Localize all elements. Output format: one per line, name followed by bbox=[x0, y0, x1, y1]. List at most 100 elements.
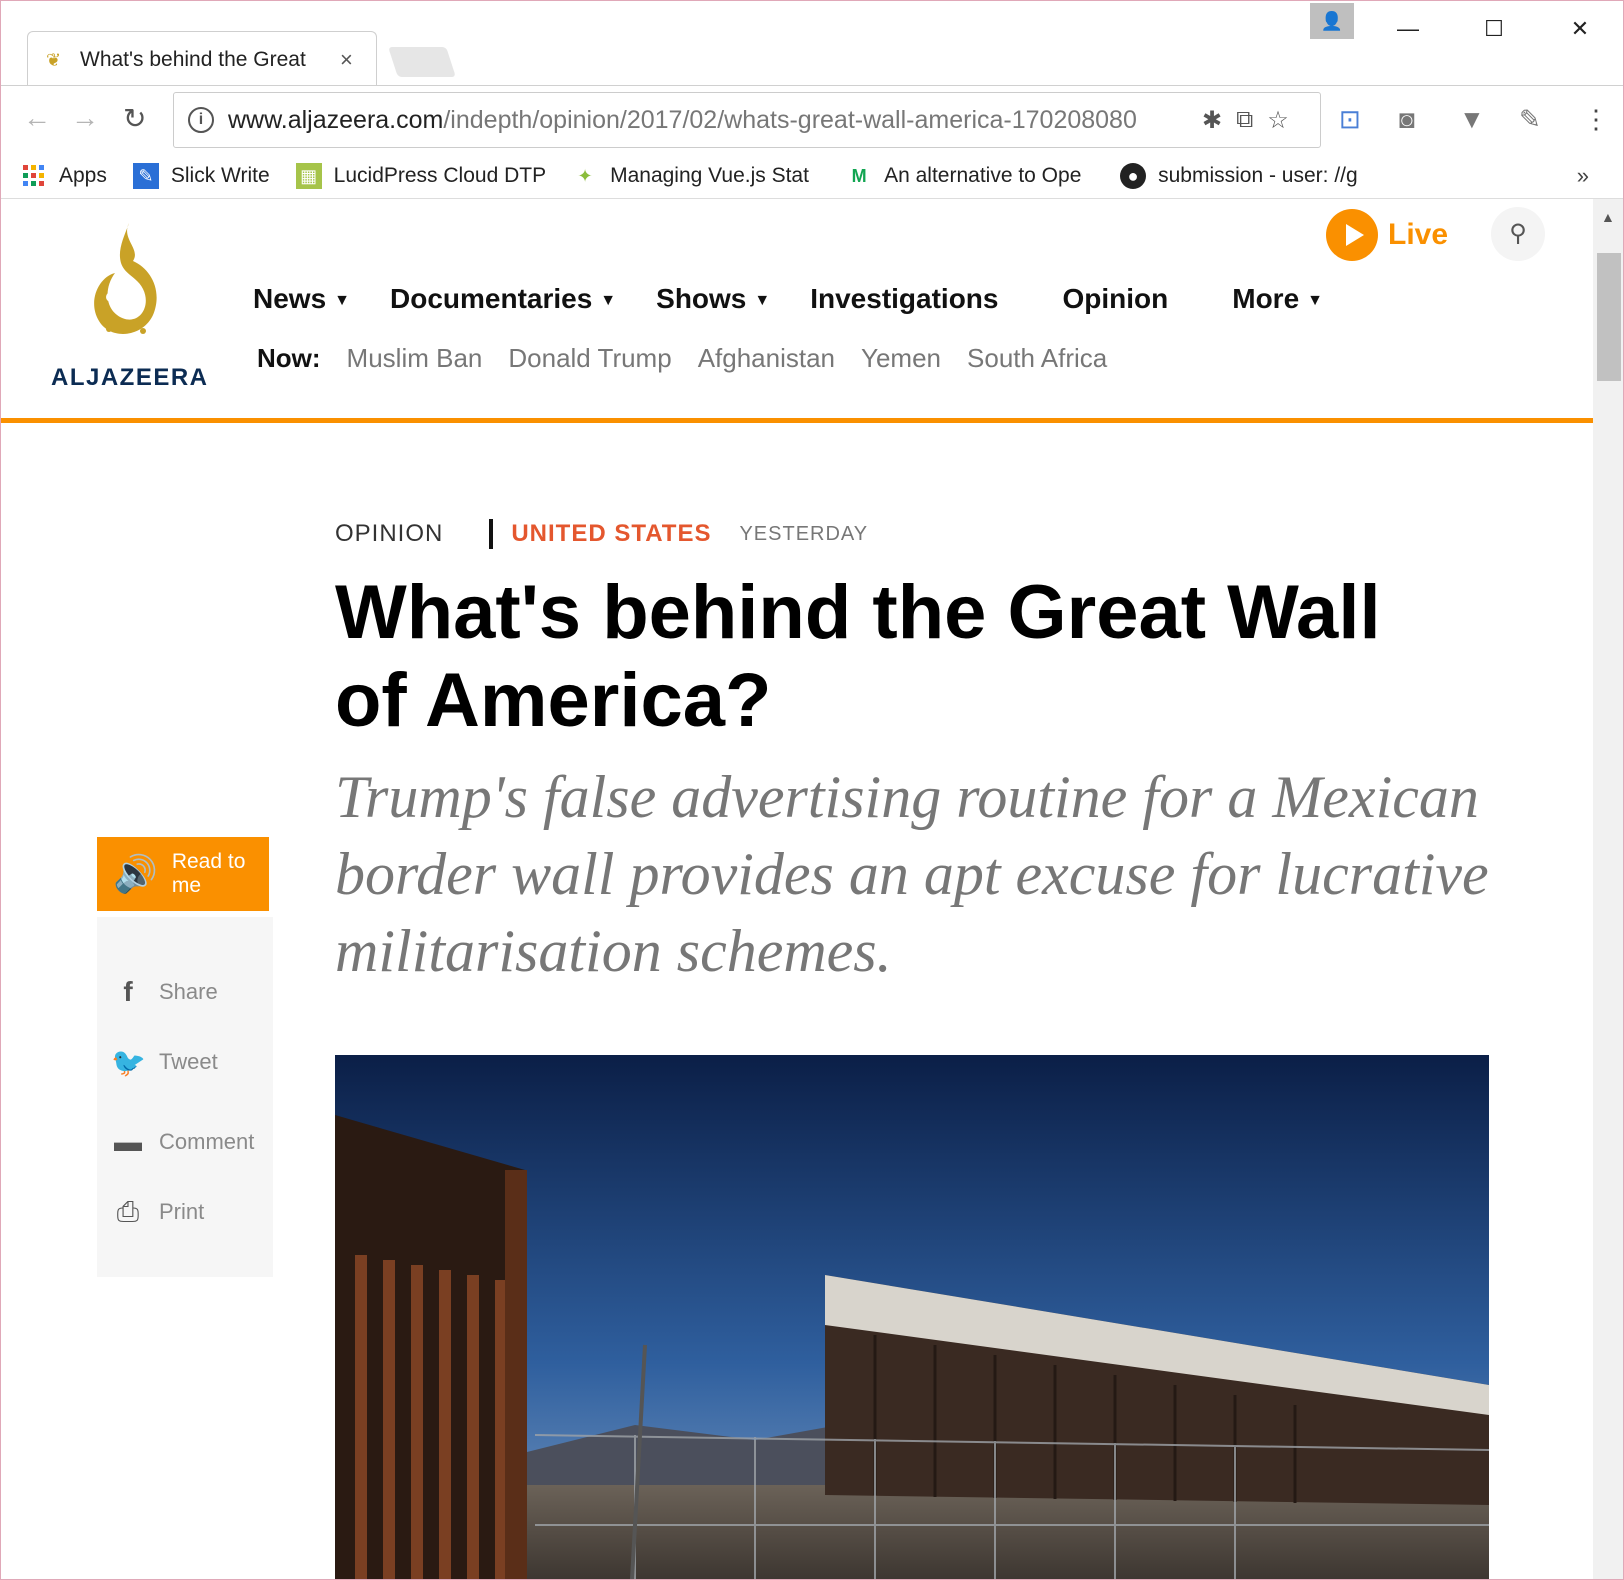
scrollbar-thumb[interactable] bbox=[1597, 253, 1621, 381]
comment-icon: ▬ bbox=[114, 1126, 142, 1157]
bookmark-github[interactable]: ● submission - user: //g bbox=[1120, 162, 1372, 189]
article-section[interactable]: OPINION bbox=[335, 520, 443, 548]
share-twitter-button[interactable]: 🐦 Tweet bbox=[97, 1027, 273, 1097]
vue-icon: ✦ bbox=[577, 165, 593, 186]
live-button[interactable]: Live bbox=[1326, 209, 1448, 261]
close-window-icon[interactable]: ✕ bbox=[1555, 9, 1605, 49]
caret-down-icon: ▼ bbox=[754, 291, 771, 309]
address-bar[interactable]: i www.aljazeera.com/indepth/opinion/2017… bbox=[173, 92, 1321, 148]
medium-icon: M bbox=[851, 165, 867, 186]
caret-down-icon: ▼ bbox=[334, 291, 350, 309]
github-icon: ● bbox=[1120, 162, 1147, 189]
nav-opinion[interactable]: Opinion bbox=[1062, 283, 1168, 315]
bookmark-label: submission - user: //g bbox=[1158, 163, 1358, 187]
bookmark-slick-write[interactable]: ✎ Slick Write bbox=[132, 162, 270, 189]
site-info-icon[interactable]: i bbox=[188, 107, 214, 133]
web-page: ALJAZEERA News ▼ Documentaries ▼ Shows ▼ In… bbox=[1, 199, 1593, 1579]
page-scrollbar[interactable]: ▲ bbox=[1593, 199, 1623, 1579]
nav-documentaries[interactable]: Documentaries ▼ bbox=[390, 283, 616, 315]
nav-label: Shows bbox=[656, 283, 747, 314]
nav-more[interactable]: More ▼ bbox=[1232, 283, 1323, 315]
play-icon bbox=[1326, 209, 1378, 261]
tab-close-icon[interactable]: × bbox=[340, 47, 353, 73]
bookmark-label: An alternative to Ope bbox=[884, 163, 1082, 187]
color-picker-icon[interactable]: ✎ bbox=[1519, 104, 1541, 135]
bookmark-label: Managing Vue.js Stat bbox=[610, 163, 809, 187]
bookmark-star-icon[interactable]: ☆ bbox=[1267, 106, 1289, 135]
bookmark-label: Slick Write bbox=[170, 163, 270, 187]
bookmark-apps[interactable]: Apps bbox=[21, 163, 107, 189]
share-panel: f Share 🐦 Tweet ▬ Comment ⎙ Print bbox=[97, 917, 273, 1277]
site-header: ALJAZEERA News ▼ Documentaries ▼ Shows ▼ In… bbox=[1, 199, 1593, 423]
search-icon[interactable]: ⚲ bbox=[1491, 207, 1545, 261]
now-item-yemen[interactable]: Yemen bbox=[861, 343, 941, 374]
article-standfirst: Trump's false advertising routine for a … bbox=[335, 764, 1489, 984]
share-label: Comment bbox=[159, 1129, 255, 1154]
apps-grid-icon bbox=[23, 164, 44, 186]
maximize-icon[interactable]: ☐ bbox=[1469, 9, 1519, 49]
caret-down-icon: ▼ bbox=[1307, 291, 1323, 309]
nav-news[interactable]: News ▼ bbox=[253, 283, 350, 315]
slick-write-icon: ✎ bbox=[132, 162, 159, 189]
facebook-icon: f bbox=[123, 976, 133, 1007]
nav-label: Investigations bbox=[810, 283, 999, 314]
bookmark-vue[interactable]: ✦ Managing Vue.js Stat bbox=[572, 163, 820, 189]
url-path: /indepth/opinion/2017/02/whats-great-wal… bbox=[443, 105, 1137, 134]
nav-label: Documentaries bbox=[390, 283, 593, 314]
border-wall-hero-image bbox=[335, 1055, 1489, 1579]
profile-icon[interactable]: 👤 bbox=[1310, 3, 1354, 39]
scroll-up-arrow-icon[interactable]: ▲ bbox=[1601, 209, 1615, 225]
tab-title: What's behind the Great bbox=[80, 47, 306, 71]
aljazeera-logo-mark-icon bbox=[94, 223, 157, 334]
caret-down-icon: ▼ bbox=[600, 291, 617, 309]
browser-tab[interactable]: ❦ What's behind the Great × bbox=[27, 31, 377, 87]
aljazeera-logo[interactable]: ALJAZEERA bbox=[51, 219, 209, 391]
share-label: Tweet bbox=[159, 1049, 218, 1074]
now-item-afghanistan[interactable]: Afghanistan bbox=[698, 343, 835, 374]
url-host: www.aljazeera.com bbox=[228, 105, 444, 134]
nav-label: Opinion bbox=[1062, 283, 1169, 314]
reload-icon[interactable]: ↻ bbox=[123, 102, 146, 135]
logo-wordmark: ALJAZEERA bbox=[51, 364, 209, 391]
extension-puzzle-icon[interactable]: ✱ bbox=[1202, 106, 1222, 135]
v-extension-icon[interactable]: ▼ bbox=[1459, 104, 1485, 135]
now-item-muslim-ban[interactable]: Muslim Ban bbox=[347, 343, 483, 374]
now-item-south-africa[interactable]: South Africa bbox=[967, 343, 1107, 374]
live-label: Live bbox=[1388, 218, 1449, 251]
main-navigation: News ▼ Documentaries ▼ Shows ▼ Investigatio… bbox=[253, 283, 1363, 315]
meta-divider bbox=[489, 519, 494, 549]
share-facebook-button[interactable]: f Share bbox=[97, 957, 273, 1027]
trending-now-bar: Now: Muslim Ban Donald Trump Afghanistan… bbox=[257, 343, 1133, 374]
camera-icon[interactable]: ◙ bbox=[1399, 104, 1415, 135]
back-arrow-icon[interactable]: ← bbox=[23, 102, 51, 134]
minimize-icon[interactable]: — bbox=[1383, 9, 1433, 49]
title-bar: ❦ What's behind the Great × 👤 — ☐ ✕ bbox=[1, 1, 1623, 87]
url-text[interactable]: www.aljazeera.com/indepth/opinion/2017/0… bbox=[228, 106, 1188, 135]
google-translate-icon[interactable]: ⊡ bbox=[1339, 104, 1361, 135]
translate-icon[interactable]: ⧉ bbox=[1236, 106, 1253, 134]
bookmark-medium[interactable]: M An alternative to Ope bbox=[846, 163, 1094, 189]
nav-investigations[interactable]: Investigations bbox=[810, 283, 998, 315]
now-item-donald-trump[interactable]: Donald Trump bbox=[508, 343, 671, 374]
comment-button[interactable]: ▬ Comment bbox=[97, 1107, 273, 1177]
read-to-me-button[interactable]: 🔊 Read to me bbox=[97, 837, 269, 911]
nav-label: More bbox=[1232, 283, 1300, 314]
nav-shows[interactable]: Shows ▼ bbox=[656, 283, 770, 315]
twitter-icon: 🐦 bbox=[111, 1046, 146, 1078]
bookmark-lucidpress[interactable]: ▦ LucidPress Cloud DTP bbox=[295, 162, 546, 189]
article-headline: What's behind the Great Wall of America? bbox=[335, 570, 1381, 743]
menu-dots-icon[interactable]: ⋮ bbox=[1583, 104, 1609, 135]
print-icon: ⎙ bbox=[116, 1195, 140, 1227]
new-tab-button[interactable] bbox=[388, 47, 456, 77]
aljazeera-favicon-icon: ❦ bbox=[46, 49, 62, 70]
forward-arrow-icon[interactable]: → bbox=[71, 102, 99, 134]
print-button[interactable]: ⎙ Print bbox=[97, 1177, 273, 1247]
bookmarks-overflow-icon[interactable]: » bbox=[1577, 163, 1589, 189]
browser-window: ❦ What's behind the Great × 👤 — ☐ ✕ ← → … bbox=[0, 0, 1624, 1580]
article-topic[interactable]: UNITED STATES bbox=[511, 520, 711, 548]
browser-toolbar: ← → ↻ i www.aljazeera.com/indepth/opinio… bbox=[1, 85, 1623, 153]
share-label: Print bbox=[159, 1199, 205, 1224]
article-date: YESTERDAY bbox=[739, 522, 869, 545]
bookmarks-bar: Apps ✎ Slick Write ▦ LucidPress Cloud DT… bbox=[1, 153, 1623, 199]
share-label: Share bbox=[159, 979, 218, 1004]
